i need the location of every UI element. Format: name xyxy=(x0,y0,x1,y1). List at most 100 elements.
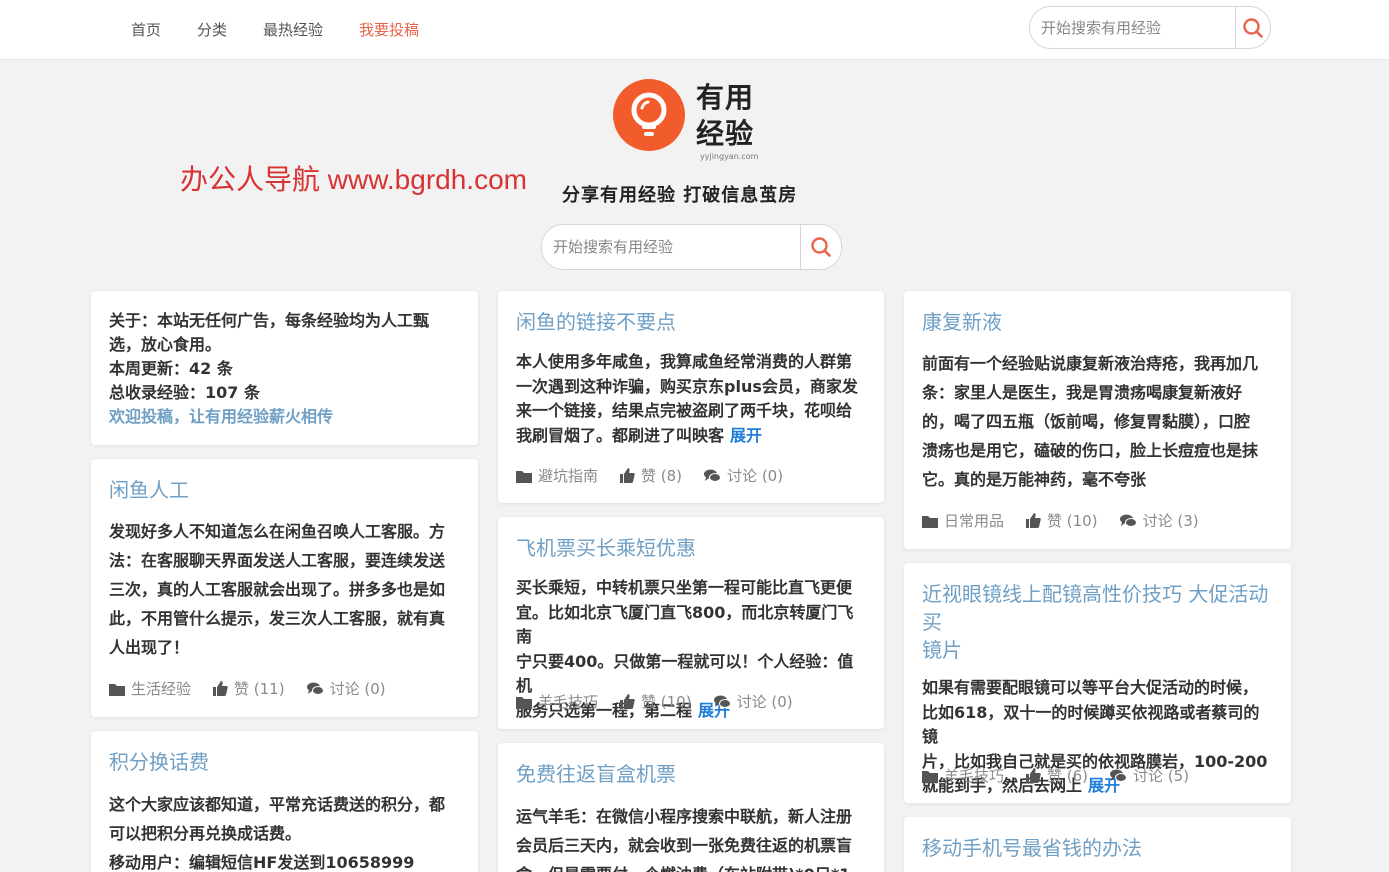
expand-link[interactable]: 展开 xyxy=(730,426,762,445)
excerpt-text: 我刷冒烟了。都刷进了叫映客 xyxy=(516,425,725,445)
site-logo[interactable]: 有用 经验 yyjingyan.com xyxy=(612,78,758,161)
comment-link[interactable]: 讨论 (3) xyxy=(1119,510,1199,531)
excerpt-line: 法：在客服聊天界面发送人工客服，要连续发送 xyxy=(109,551,446,570)
excerpt-line: 盒，但是需要付一个燃油费（车站附带)*0只*1 xyxy=(516,860,866,872)
post-meta: 日常用品 赞 (10) 讨论 (3) xyxy=(922,510,1199,531)
excerpt-line: 溃疡也是用它，磕破的伤口，脸上长痘痘也是抹 xyxy=(922,441,1259,460)
nav-categories[interactable]: 分类 xyxy=(197,19,227,40)
comment-link[interactable]: 讨论 (0) xyxy=(306,678,386,699)
post-title[interactable]: 飞机票买长乘短优惠 xyxy=(516,534,866,562)
post-card: 移动手机号最省钱的办法 xyxy=(904,817,1291,872)
nav-hot[interactable]: 最热经验 xyxy=(263,19,323,40)
category-label: 生活经验 xyxy=(131,680,192,698)
post-title[interactable]: 闲鱼的链接不要点 xyxy=(516,308,866,336)
post-title[interactable]: 移动手机号最省钱的办法 xyxy=(922,834,1273,862)
thumbs-up-icon xyxy=(1026,513,1041,528)
folder-icon xyxy=(516,470,532,483)
post-category[interactable]: 生活经验 xyxy=(109,678,191,699)
excerpt-line: 运气羊毛：在微信小程序搜索中联航，新人注册 xyxy=(516,807,853,826)
slogan: 分享有用经验 打破信息茧房 xyxy=(562,185,798,206)
nav-submit[interactable]: 我要投稿 xyxy=(359,19,419,40)
post-card: 闲鱼的链接不要点 本人使用多年咸鱼，我算咸鱼经常消费的人群第 一次遇到这种诈骗，… xyxy=(498,291,884,503)
post-category[interactable]: 避坑指南 xyxy=(516,465,598,486)
logo-line-2: 经验 xyxy=(696,117,755,150)
like-count: 赞 (8) xyxy=(641,467,683,485)
post-card: 积分换话费 这个大家应该都知道，平常充话费送的积分，都 可以把积分再兑换成话费。… xyxy=(91,731,478,872)
like-button[interactable]: 赞 (8) xyxy=(620,465,682,486)
excerpt-line: 前面有一个经验贴说康复新液治痔疮，我再加几 xyxy=(922,354,1259,373)
submit-link[interactable]: 欢迎投稿，让有用经验薪火相传 xyxy=(109,405,460,429)
excerpt-line: 可以把积分再兑换成话费。 xyxy=(109,824,302,843)
about-line-2: 选，放心食用。 xyxy=(109,335,222,354)
hero-search-input[interactable] xyxy=(542,225,800,269)
top-search-input[interactable] xyxy=(1030,7,1235,48)
comments-icon xyxy=(1119,514,1137,527)
post-card: 免费往返盲盒机票 运气羊毛：在微信小程序搜索中联航，新人注册 会员后三天内，就会… xyxy=(498,743,884,872)
top-bar: 首页 分类 最热经验 我要投稿 xyxy=(0,0,1389,60)
post-meta: 羊毛技巧 赞 (10) 讨论 (0) xyxy=(516,691,793,712)
post-excerpt: 这个大家应该都知道，平常充话费送的积分，都 可以把积分再兑换成话费。 移动用户：… xyxy=(109,790,460,872)
hero-search-button[interactable] xyxy=(800,225,841,269)
post-title-line: 镜片 xyxy=(922,638,962,662)
post-excerpt: 本人使用多年咸鱼，我算咸鱼经常消费的人群第 一次遇到这种诈骗，购买京东plus会… xyxy=(516,350,866,448)
comments-icon xyxy=(704,469,722,482)
comment-link[interactable]: 讨论 (0) xyxy=(713,691,793,712)
excerpt-line: 比如618，双十一的时候蹲买依视路或者蔡司的镜 xyxy=(922,702,1260,747)
post-excerpt: 运气羊毛：在微信小程序搜索中联航，新人注册 会员后三天内，就会收到一张免费往返的… xyxy=(516,802,866,872)
post-meta: 羊毛技巧 赞 (6) 讨论 (5) xyxy=(922,765,1189,786)
excerpt-line: 买长乘短，中转机票只坐第一程可能比直飞更便 xyxy=(516,578,853,597)
comment-count: 讨论 (0) xyxy=(727,467,784,485)
post-excerpt: 发现好多人不知道怎么在闲鱼召唤人工客服。方 法：在客服聊天界面发送人工客服，要连… xyxy=(109,517,460,662)
like-button[interactable]: 赞 (6) xyxy=(1026,765,1088,786)
lightbulb-logo-icon xyxy=(613,79,685,151)
like-count: 赞 (6) xyxy=(1047,767,1089,785)
post-title[interactable]: 康复新液 xyxy=(922,308,1273,336)
category-label: 羊毛技巧 xyxy=(944,767,1005,785)
excerpt-line: 移动用户：编辑短信HF发送到10658999 xyxy=(109,853,415,872)
search-icon xyxy=(1243,17,1263,38)
excerpt-line: 这个大家应该都知道，平常充话费送的积分，都 xyxy=(109,795,446,814)
post-title[interactable]: 近视眼镜线上配镜高性价技巧 大促活动买 镜片 xyxy=(922,580,1273,664)
comment-count: 讨论 (5) xyxy=(1133,767,1190,785)
search-icon xyxy=(811,237,831,257)
thumbs-up-icon xyxy=(213,681,228,696)
post-category[interactable]: 日常用品 xyxy=(922,510,1004,531)
like-count: 赞 (11) xyxy=(234,680,285,698)
comments-icon xyxy=(1110,769,1128,782)
category-label: 羊毛技巧 xyxy=(538,693,599,711)
category-label: 避坑指南 xyxy=(538,467,599,485)
post-category[interactable]: 羊毛技巧 xyxy=(516,691,598,712)
post-meta: 生活经验 赞 (11) 讨论 (0) xyxy=(109,678,386,699)
post-category[interactable]: 羊毛技巧 xyxy=(922,765,1004,786)
comment-link[interactable]: 讨论 (0) xyxy=(704,465,783,486)
post-title[interactable]: 积分换话费 xyxy=(109,748,460,776)
comments-icon xyxy=(306,682,324,695)
category-label: 日常用品 xyxy=(944,512,1005,530)
excerpt-line: 本人使用多年咸鱼，我算咸鱼经常消费的人群第 xyxy=(516,352,853,371)
thumbs-up-icon xyxy=(620,468,635,483)
excerpt-line: 此，不用管什么提示，发三次人工客服，就有真 xyxy=(109,609,446,628)
folder-icon xyxy=(922,770,938,783)
total-count: 总收录经验：107 条 xyxy=(109,383,260,402)
post-title[interactable]: 闲鱼人工 xyxy=(109,476,460,504)
like-button[interactable]: 赞 (10) xyxy=(620,691,692,712)
excerpt-line: 条：家里人是医生，我是胃溃疡喝康复新液好 xyxy=(922,383,1243,402)
about-line-1: 关于：本站无任何广告，每条经验均为人工甄 xyxy=(109,311,430,330)
comment-count: 讨论 (3) xyxy=(1142,512,1199,530)
excerpt-line: 发现好多人不知道怎么在闲鱼召唤人工客服。方 xyxy=(109,522,446,541)
logo-line-1: 有用 xyxy=(696,81,755,114)
nav-home[interactable]: 首页 xyxy=(131,19,161,40)
post-card: 康复新液 前面有一个经验贴说康复新液治痔疮，我再加几 条：家里人是医生，我是胃溃… xyxy=(904,291,1291,549)
post-title[interactable]: 免费往返盲盒机票 xyxy=(516,760,866,788)
like-button[interactable]: 赞 (10) xyxy=(1026,510,1098,531)
comment-count: 讨论 (0) xyxy=(736,693,793,711)
comment-link[interactable]: 讨论 (5) xyxy=(1110,765,1189,786)
watermark: 办公人导航 www.bgrdh.com xyxy=(180,164,527,195)
main-nav: 首页 分类 最热经验 我要投稿 xyxy=(131,0,419,58)
post-excerpt: 前面有一个经验贴说康复新液治痔疮，我再加几 条：家里人是医生，我是胃溃疡喝康复新… xyxy=(922,349,1273,494)
excerpt-line: 宜。比如北京飞厦门直飞800，而北京转厦门飞南 xyxy=(516,602,854,647)
logo-url: yyjingyan.com xyxy=(700,152,759,161)
top-search-button[interactable] xyxy=(1235,7,1270,48)
post-title-line: 近视眼镜线上配镜高性价技巧 大促活动买 xyxy=(922,582,1269,634)
like-button[interactable]: 赞 (11) xyxy=(213,678,285,699)
